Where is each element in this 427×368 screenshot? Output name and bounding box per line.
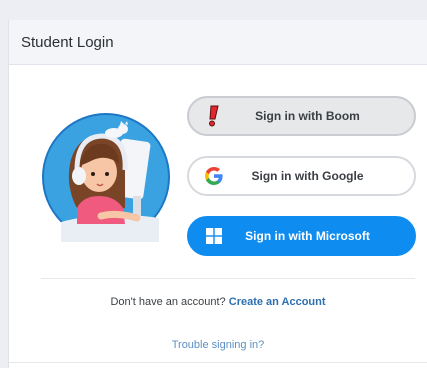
card-header: Student Login — [9, 20, 427, 65]
signup-prompt-text: Don't have an account? — [110, 296, 226, 308]
sign-in-with-boom-button[interactable]: Sign in with Boom — [187, 96, 416, 136]
student-avatar-icon — [42, 113, 170, 242]
sign-in-with-microsoft-button[interactable]: Sign in with Microsoft — [187, 216, 416, 256]
signup-prompt: Don't have an account? Create an Account — [9, 296, 427, 308]
divider — [41, 278, 415, 279]
windows-logo-icon — [203, 225, 225, 247]
trouble-signing-in-link[interactable]: Trouble signing in? — [9, 339, 427, 351]
login-card: Student Login Sign in with Boom Sign in … — [8, 20, 427, 368]
sign-in-with-google-button[interactable]: Sign in with Google — [187, 156, 416, 196]
page-title: Student Login — [21, 33, 114, 51]
boom-logo-icon — [203, 105, 225, 127]
create-account-link[interactable]: Create an Account — [229, 296, 326, 308]
footer-divider — [9, 362, 427, 363]
google-g-icon — [203, 165, 225, 187]
